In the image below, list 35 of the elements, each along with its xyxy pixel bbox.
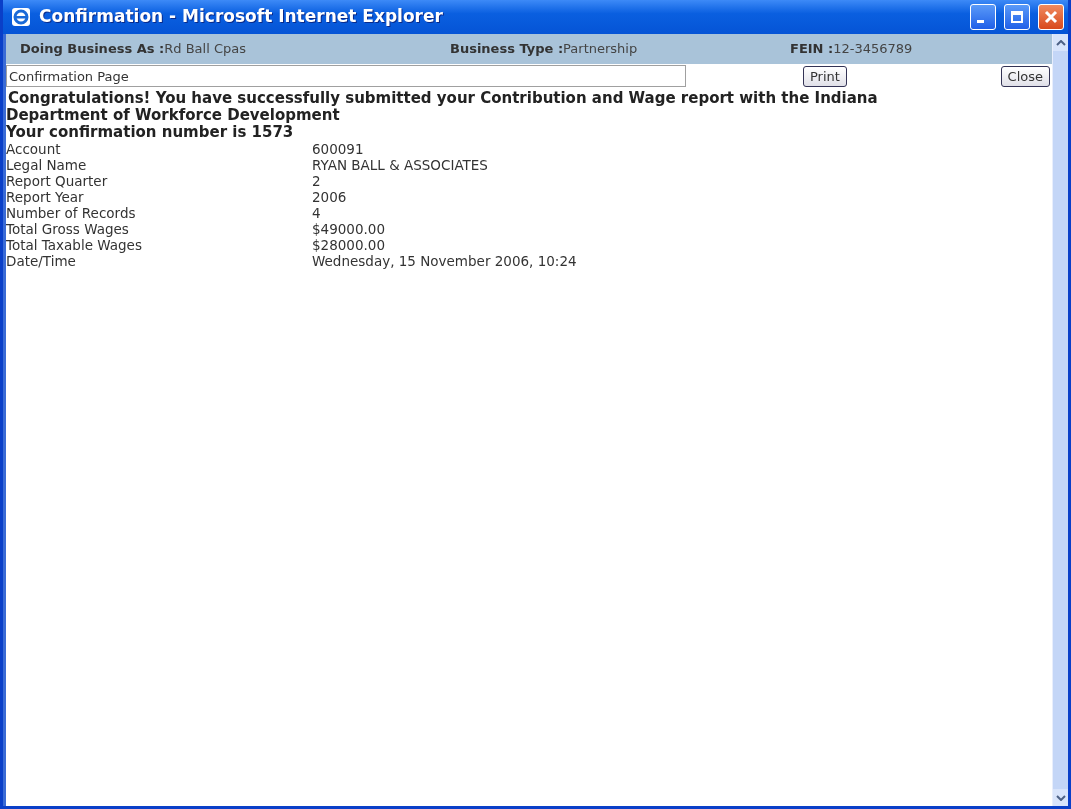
detail-label: Report Quarter <box>6 173 109 189</box>
maximize-button[interactable] <box>1004 4 1030 30</box>
detail-label: Date/Time <box>6 253 77 269</box>
detail-label: Account <box>6 141 62 157</box>
header-field: Doing Business As :Rd Ball Cpas <box>20 39 450 59</box>
detail-value: 4 <box>312 205 321 221</box>
page-title-field[interactable]: Confirmation Page <box>6 65 686 87</box>
header-field: FEIN :12-3456789 <box>790 39 913 59</box>
header-field: Business Type :Partnership <box>450 39 790 59</box>
detail-label: Legal Name <box>6 157 88 173</box>
minimize-button[interactable] <box>970 4 996 30</box>
scroll-up-icon[interactable] <box>1055 39 1066 46</box>
detail-value: RYAN BALL & ASSOCIATES <box>312 157 488 173</box>
close-button[interactable] <box>1038 4 1064 30</box>
minimize-icon <box>977 20 984 23</box>
detail-value: $49000.00 <box>312 221 385 237</box>
detail-value: Wednesday, 15 November 2006, 10:24 <box>312 253 577 269</box>
window-title: Confirmation - Microsoft Internet Explorer <box>39 5 444 29</box>
detail-label: Total Taxable Wages <box>6 237 143 253</box>
close-page-button[interactable]: Close <box>1000 65 1050 87</box>
detail-label: Number of Records <box>6 205 137 221</box>
scroll-down-icon[interactable] <box>1055 794 1066 801</box>
detail-label: Total Gross Wages <box>6 221 130 237</box>
scrollbar[interactable] <box>1052 34 1068 806</box>
detail-value: 2006 <box>312 189 347 205</box>
detail-value: 2 <box>312 173 321 189</box>
browser-icon <box>11 7 31 27</box>
close-icon <box>1044 10 1058 24</box>
print-button[interactable]: Print <box>803 65 847 87</box>
detail-value: 600091 <box>312 141 364 157</box>
detail-value: $28000.00 <box>312 237 385 253</box>
maximize-icon <box>1010 10 1024 24</box>
detail-label: Report Year <box>6 189 85 205</box>
message-text: Your confirmation number is 1573 <box>6 124 295 141</box>
message-text: Congratulations! You have successfully submitted your Contribution and Wage report with the Indiana Department of Workforce Development <box>6 90 879 124</box>
